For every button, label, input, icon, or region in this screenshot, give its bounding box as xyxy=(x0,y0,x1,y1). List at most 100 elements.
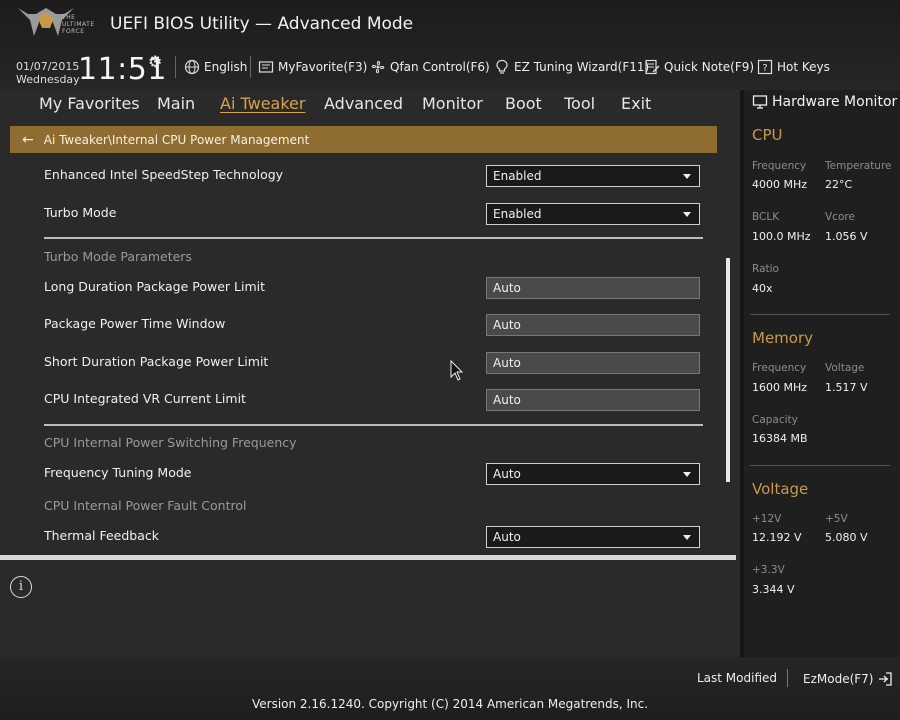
tab-exit[interactable]: Exit xyxy=(621,94,651,113)
settings-panel: Enhanced Intel SpeedStep Technology Enab… xyxy=(0,154,740,556)
cpu-frequency-label: Frequency xyxy=(752,160,807,172)
date-value: 01/07/2015 xyxy=(16,60,80,73)
tab-advanced[interactable]: Advanced xyxy=(324,94,403,113)
hardware-monitor-panel: Hardware Monitor CPU Frequency Temperatu… xyxy=(740,90,900,657)
turbo-mode-value: Enabled xyxy=(493,207,542,221)
app-title: UEFI BIOS Utility — Advanced Mode xyxy=(110,14,414,34)
footer-divider xyxy=(787,669,788,687)
toolbar-divider xyxy=(250,56,251,78)
capacity-label: Capacity xyxy=(752,414,798,426)
lightbulb-icon xyxy=(496,59,508,74)
thermal-feedback-label: Thermal Feedback xyxy=(44,528,159,543)
bclk-value: 100.0 MHz xyxy=(752,230,811,243)
weekday-value: Wednesday xyxy=(16,73,80,86)
info-icon: i xyxy=(10,576,32,598)
switching-freq-header: CPU Internal Power Switching Frequency xyxy=(44,435,297,450)
freq-tuning-label: Frequency Tuning Mode xyxy=(44,465,192,480)
ezmode-label: EzMode(F7) xyxy=(803,672,874,686)
vr-current-field[interactable]: Auto xyxy=(486,389,700,411)
ez-tuning-label: EZ Tuning Wizard(F11) xyxy=(514,60,650,74)
date-display: 01/07/2015 Wednesday xyxy=(16,60,80,86)
help-info-area: i xyxy=(0,560,736,657)
qfan-label: Qfan Control(F6) xyxy=(390,60,490,74)
chevron-down-icon xyxy=(683,174,691,179)
cpu-section-title: CPU xyxy=(752,126,783,144)
time-window-field[interactable]: Auto xyxy=(486,314,700,336)
fan-icon xyxy=(371,60,385,74)
hot-keys-button[interactable]: ? Hot Keys xyxy=(757,59,830,75)
language-button[interactable]: English xyxy=(184,59,247,75)
myfavorite-label: MyFavorite(F3) xyxy=(278,60,368,74)
freq-tuning-dropdown[interactable]: Auto xyxy=(486,463,700,485)
v33-value: 3.344 V xyxy=(752,583,795,596)
myfavorite-button[interactable]: MyFavorite(F3) xyxy=(258,59,367,75)
voltage-section-title: Voltage xyxy=(752,480,809,498)
freq-tuning-value: Auto xyxy=(493,467,521,481)
tab-boot[interactable]: Boot xyxy=(505,94,542,113)
quick-note-button[interactable]: Quick Note(F9) xyxy=(644,59,754,75)
breadcrumb-path: Ai Tweaker\Internal CPU Power Management xyxy=(43,132,310,147)
short-duration-field[interactable]: Auto xyxy=(486,352,700,374)
quick-note-label: Quick Note(F9) xyxy=(664,60,755,74)
memory-frequency-value: 1600 MHz xyxy=(752,381,808,394)
tab-monitor[interactable]: Monitor xyxy=(422,94,483,113)
thermal-feedback-dropdown[interactable]: Auto xyxy=(486,526,700,548)
section-divider xyxy=(750,465,890,466)
section-divider xyxy=(44,424,703,426)
ez-tuning-wizard-button[interactable]: EZ Tuning Wizard(F11) xyxy=(494,59,649,75)
tab-ai-tweaker[interactable]: Ai Tweaker xyxy=(220,94,305,113)
bclk-label: BCLK xyxy=(752,211,780,223)
ezmode-button[interactable]: EzMode(F7) xyxy=(803,671,893,687)
favorite-icon xyxy=(258,61,274,73)
globe-icon xyxy=(184,59,200,75)
vcore-label: Vcore xyxy=(825,211,855,223)
hardware-monitor-label: Hardware Monitor xyxy=(772,94,898,110)
v5-value: 5.080 V xyxy=(825,531,868,544)
memory-frequency-label: Frequency xyxy=(752,362,807,374)
monitor-icon xyxy=(752,95,768,109)
memory-voltage-value: 1.517 V xyxy=(825,381,868,394)
section-divider xyxy=(750,314,890,315)
long-duration-label: Long Duration Package Power Limit xyxy=(44,279,266,294)
vcore-value: 1.056 V xyxy=(825,230,868,243)
cpu-frequency-value: 4000 MHz xyxy=(752,178,808,191)
turbo-params-header: Turbo Mode Parameters xyxy=(44,249,192,264)
fault-control-header: CPU Internal Power Fault Control xyxy=(44,498,247,513)
v12-value: 12.192 V xyxy=(752,531,802,544)
memory-section-title: Memory xyxy=(752,329,814,347)
note-icon xyxy=(645,59,660,75)
speedstep-value: Enabled xyxy=(493,169,542,183)
toolbar-divider xyxy=(175,56,176,78)
v5-label: +5V xyxy=(825,513,848,525)
breadcrumb[interactable]: ← Ai Tweaker\Internal CPU Power Manageme… xyxy=(10,126,717,153)
settings-scrollbar[interactable] xyxy=(726,258,730,482)
tab-main[interactable]: Main xyxy=(157,94,195,113)
gear-icon[interactable]: ⚙ xyxy=(148,52,162,71)
vr-current-label: CPU Integrated VR Current Limit xyxy=(44,391,246,406)
long-duration-field[interactable]: Auto xyxy=(486,277,700,299)
hot-keys-label: Hot Keys xyxy=(777,60,830,74)
header-bar: THE ULTIMATE FORCE UEFI BIOS Utility — A… xyxy=(0,0,900,90)
memory-voltage-label: Voltage xyxy=(825,362,865,374)
speedstep-dropdown[interactable]: Enabled xyxy=(486,165,700,187)
exit-arrow-icon xyxy=(879,672,893,686)
qfan-control-button[interactable]: Qfan Control(F6) xyxy=(370,59,490,75)
back-arrow-icon[interactable]: ← xyxy=(22,132,34,148)
turbo-mode-dropdown[interactable]: Enabled xyxy=(486,203,700,225)
last-modified-button[interactable]: Last Modified xyxy=(697,671,777,685)
svg-text:?: ? xyxy=(762,63,767,74)
copyright-text: Version 2.16.1240. Copyright (C) 2014 Am… xyxy=(251,697,649,711)
mouse-cursor-icon xyxy=(450,360,464,381)
logo-text: THE ULTIMATE FORCE xyxy=(62,14,95,35)
time-window-label: Package Power Time Window xyxy=(44,316,226,331)
chevron-down-icon xyxy=(683,535,691,540)
tab-my-favorites[interactable]: My Favorites xyxy=(39,94,140,113)
footer-bar: Last Modified EzMode(F7) Version 2.16.12… xyxy=(0,657,900,720)
language-label: English xyxy=(204,60,248,74)
v12-label: +12V xyxy=(752,513,782,525)
speedstep-label: Enhanced Intel SpeedStep Technology xyxy=(44,167,284,182)
chevron-down-icon xyxy=(683,472,691,477)
thermal-feedback-value: Auto xyxy=(493,530,521,544)
tab-tool[interactable]: Tool xyxy=(564,94,595,113)
cpu-temperature-value: 22°C xyxy=(825,178,853,191)
